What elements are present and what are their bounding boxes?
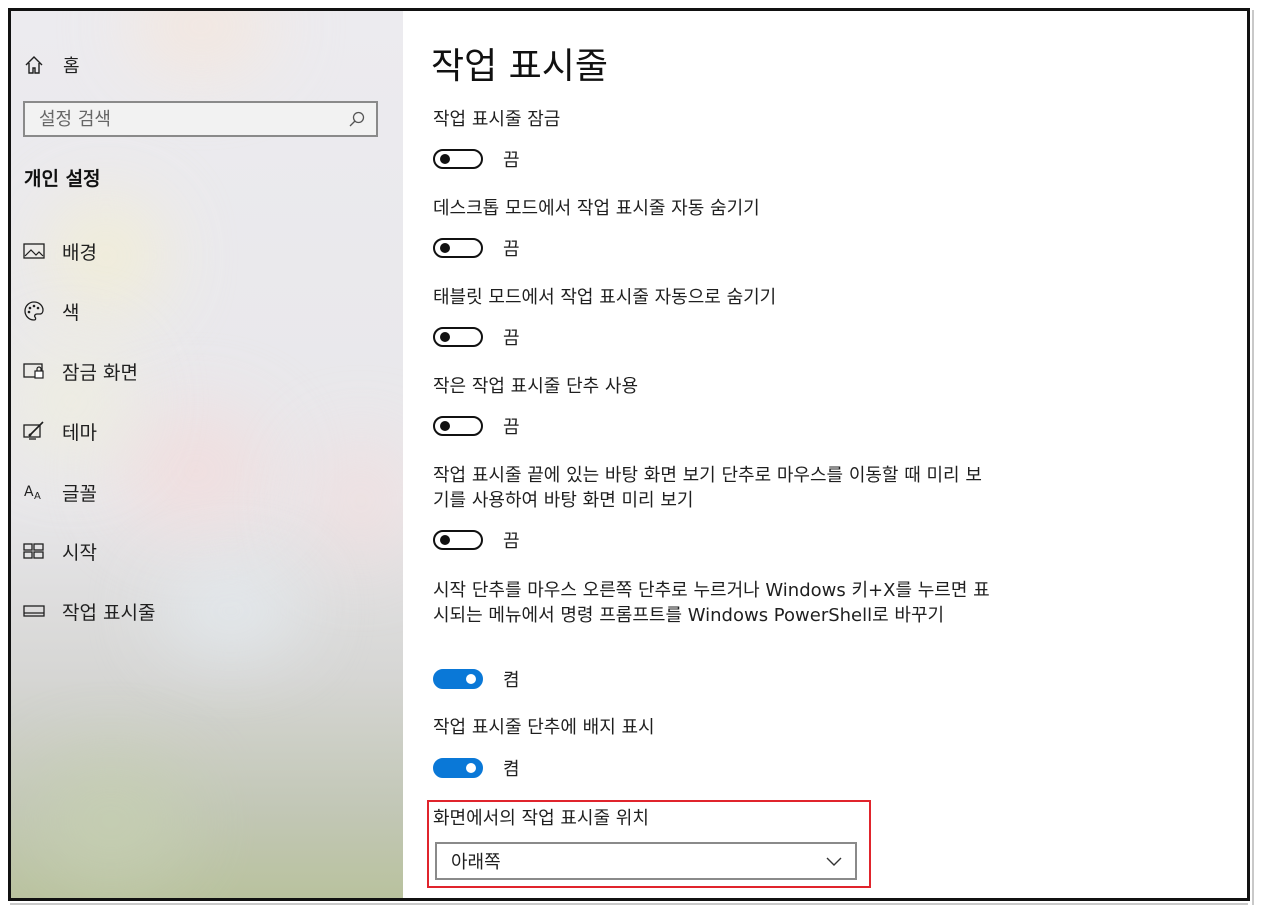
sidebar-item-color[interactable]: 색 xyxy=(23,296,79,326)
section-title: 개인 설정 xyxy=(24,168,101,190)
palette-icon xyxy=(23,300,45,322)
page-title: 작업 표시줄 xyxy=(431,46,609,87)
sidebar-item-label: 테마 xyxy=(62,421,97,444)
search-input[interactable] xyxy=(25,107,346,131)
toggle-autohide-tablet[interactable]: 끔 xyxy=(433,323,520,351)
sidebar-item-label: 색 xyxy=(62,301,80,324)
sidebar-item-start[interactable]: 시작 xyxy=(23,536,97,566)
svg-text:A: A xyxy=(34,491,41,502)
toggle-state: 켬 xyxy=(503,670,520,691)
setting-label: 시작 단추를 마우스 오른쪽 단추로 누르거나 Windows 키+X를 누르면… xyxy=(433,580,990,626)
toggle-switch[interactable] xyxy=(433,758,483,778)
window-shadow-bottom xyxy=(10,903,1248,905)
sidebar-item-label: 글꼴 xyxy=(62,482,97,505)
sidebar-item-background[interactable]: 배경 xyxy=(23,236,97,266)
start-icon xyxy=(23,540,45,562)
dropdown-value: 아래쪽 xyxy=(451,852,501,873)
window-shadow-right xyxy=(1252,10,1254,905)
setting-label: 데스크톱 모드에서 작업 표시줄 자동 숨기기 xyxy=(433,198,760,219)
svg-text:A: A xyxy=(24,484,34,500)
background-blur xyxy=(131,11,271,71)
sidebar-item-label: 작업 표시줄 xyxy=(62,601,156,624)
sidebar-item-theme[interactable]: 테마 xyxy=(23,416,97,446)
toggle-state: 끔 xyxy=(503,417,520,438)
toggle-switch[interactable] xyxy=(433,238,483,258)
toggle-powershell[interactable]: 켬 xyxy=(433,665,520,693)
toggle-autohide-desktop[interactable]: 끔 xyxy=(433,234,520,262)
setting-label: 작업 표시줄 단추에 배지 표시 xyxy=(433,717,655,738)
toggle-knob xyxy=(466,674,476,684)
taskbar-position-dropdown[interactable]: 아래쪽 xyxy=(435,842,857,880)
setting-label: 태블릿 모드에서 작업 표시줄 자동으로 숨기기 xyxy=(433,287,777,308)
toggle-knob xyxy=(440,154,450,164)
settings-window: 홈 개인 설정 배경 색 잠금 화면 xyxy=(8,8,1250,901)
position-label: 화면에서의 작업 표시줄 위치 xyxy=(433,808,649,829)
sidebar-item-fonts[interactable]: AA 글꼴 xyxy=(23,477,97,507)
setting-label: 작은 작업 표시줄 단추 사용 xyxy=(433,376,639,397)
background-blur xyxy=(311,441,403,561)
nav-home[interactable]: 홈 xyxy=(23,51,80,79)
font-icon: AA xyxy=(23,481,45,503)
toggle-switch[interactable] xyxy=(433,149,483,169)
sidebar-item-taskbar[interactable]: 작업 표시줄 xyxy=(23,596,155,626)
search-icon[interactable] xyxy=(346,108,368,130)
taskbar-icon xyxy=(23,600,45,622)
toggle-small-buttons[interactable]: 끔 xyxy=(433,412,520,440)
home-icon xyxy=(23,54,45,76)
toggle-state: 끔 xyxy=(503,150,520,171)
sidebar: 홈 개인 설정 배경 색 잠금 화면 xyxy=(11,11,403,898)
toggle-lock-taskbar[interactable]: 끔 xyxy=(433,145,520,173)
background-blur xyxy=(31,761,191,881)
toggle-peek-desktop[interactable]: 끔 xyxy=(433,526,520,554)
theme-icon xyxy=(23,420,45,442)
toggle-state: 끔 xyxy=(503,328,520,349)
toggle-knob xyxy=(440,421,450,431)
toggle-switch[interactable] xyxy=(433,416,483,436)
sidebar-item-lock-screen[interactable]: 잠금 화면 xyxy=(23,356,138,386)
sidebar-item-label: 배경 xyxy=(62,241,97,264)
setting-label: 작업 표시줄 끝에 있는 바탕 화면 보기 단추로 마우스를 이동할 때 미리 … xyxy=(433,465,982,511)
lock-screen-icon xyxy=(23,360,45,382)
toggle-knob xyxy=(466,763,476,773)
toggle-state: 끔 xyxy=(503,239,520,260)
background-blur xyxy=(121,411,271,531)
toggle-switch[interactable] xyxy=(433,669,483,689)
background-blur xyxy=(161,571,301,651)
setting-label: 작업 표시줄 잠금 xyxy=(433,109,561,130)
toggle-knob xyxy=(440,332,450,342)
sidebar-item-label: 시작 xyxy=(62,541,97,564)
image-icon xyxy=(23,240,45,262)
sidebar-item-label: 잠금 화면 xyxy=(62,361,138,384)
main-content: 작업 표시줄 작업 표시줄 잠금 끔 데스크톱 모드에서 작업 표시줄 자동 숨… xyxy=(403,11,1247,898)
toggle-badges[interactable]: 켬 xyxy=(433,754,520,782)
toggle-state: 끔 xyxy=(503,531,520,552)
toggle-switch[interactable] xyxy=(433,327,483,347)
toggle-state: 켬 xyxy=(503,759,520,780)
toggle-switch[interactable] xyxy=(433,530,483,550)
toggle-knob xyxy=(440,535,450,545)
search-box[interactable] xyxy=(23,101,378,137)
toggle-knob xyxy=(440,243,450,253)
chevron-down-icon xyxy=(823,850,845,872)
nav-home-label: 홈 xyxy=(63,56,80,77)
